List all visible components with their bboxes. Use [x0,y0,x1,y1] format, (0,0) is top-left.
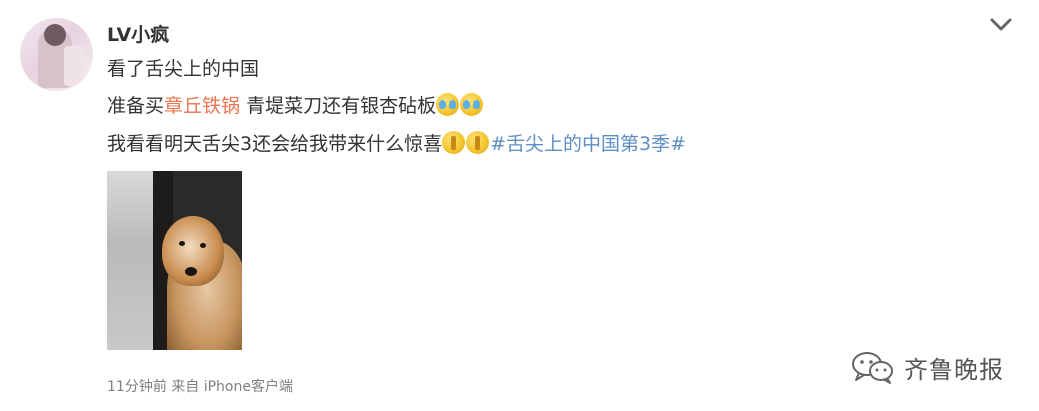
crying-laughing-emoji-icon [436,93,460,116]
avatar-head [44,24,66,46]
post-line-3: 我看看明天舌尖3还会给我带来什么惊喜 #舌尖上的中国第3季# [107,131,686,156]
crying-laughing-emoji-icon [460,93,484,116]
photo-dog-eye [200,243,206,248]
watermark: 齐鲁晚报 [850,348,1004,386]
post-line-2-rest: 青堤菜刀还有银杏砧板 [240,95,437,117]
avatar-detail [64,46,84,86]
topic-hashtag-link[interactable]: #舌尖上的中国第3季# [490,133,686,155]
post-line-1: 看了舌尖上的中国 [107,58,260,80]
chevron-down-icon[interactable] [988,16,1014,34]
post-line-2-prefix: 准备买 [107,95,165,117]
post-line-2: 准备买章丘铁锅 青堤菜刀还有银杏砧板 [107,93,484,118]
praying-hands-emoji-icon [466,131,490,154]
username[interactable]: LV小疯 [107,20,169,47]
post-meta: 11分钟前 来自 iPhone客户端 [107,379,293,395]
post-photo[interactable] [107,171,242,350]
watermark-text: 齐鲁晚报 [904,355,1004,384]
photo-dog-nose [185,267,197,276]
praying-hands-emoji-icon [442,131,466,154]
wechat-icon [852,352,893,384]
avatar[interactable] [20,18,93,91]
product-link[interactable]: 章丘铁锅 [164,95,240,117]
post-line-3-text: 我看看明天舌尖3还会给我带来什么惊喜 [107,133,443,155]
photo-dog-eye [179,241,185,246]
